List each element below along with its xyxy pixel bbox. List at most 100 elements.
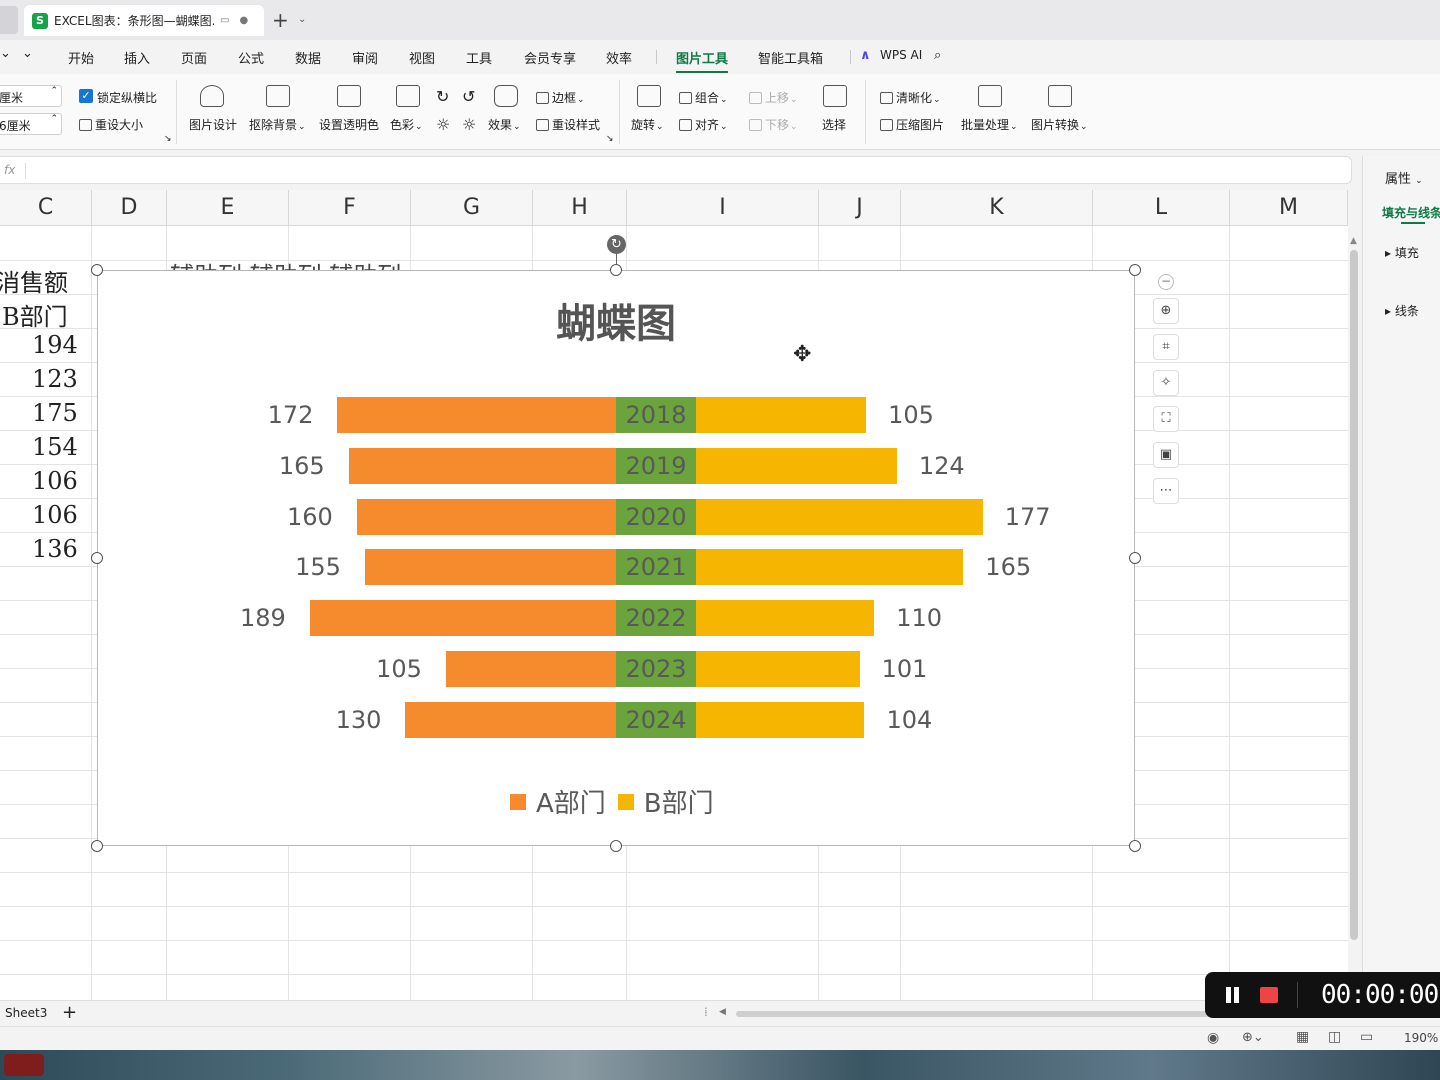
data-label-a-2023[interactable]: 105 <box>376 651 422 687</box>
column-header-i[interactable]: I <box>627 190 819 226</box>
menu-wps-ai[interactable]: WPS AI <box>880 48 922 62</box>
resize-handle-n[interactable] <box>610 264 622 276</box>
bar-a-2021[interactable] <box>364 549 616 586</box>
bar-a-2023[interactable] <box>445 651 616 687</box>
magic-tool-icon[interactable]: ✧ <box>1153 370 1179 396</box>
cell-c-value[interactable]: 106 <box>32 501 78 529</box>
menu-smart-toolbox[interactable]: 智能工具箱 <box>758 48 823 67</box>
brightness-down-icon[interactable]: ↺ <box>462 87 475 106</box>
picture-design-button[interactable]: 图片设计 <box>189 116 237 133</box>
group-button[interactable]: 组合⌄ <box>679 89 728 106</box>
column-header-k[interactable]: K <box>901 190 1093 226</box>
data-label-a-2024[interactable]: 130 <box>336 702 382 738</box>
batch-process-button[interactable]: 批量处理⌄ <box>961 116 1018 133</box>
category-label-2019[interactable]: 2019 <box>616 447 696 484</box>
normal-view-icon[interactable]: ▦ <box>1296 1029 1309 1045</box>
effects-button[interactable]: 效果⌄ <box>488 116 521 133</box>
cell-c-value[interactable]: 106 <box>32 467 78 495</box>
menu-page[interactable]: 页面 <box>181 48 207 67</box>
butterfly-chart[interactable]: 蝴蝶图 2018 172 105 2019 165 124 2020 160 177 2021 15… <box>97 270 1135 846</box>
menu-efficiency[interactable]: 效率 <box>606 48 632 67</box>
bar-b-2021[interactable] <box>696 549 964 586</box>
formula-bar[interactable]: fx <box>0 156 1352 184</box>
bar-a-2024[interactable] <box>405 701 616 738</box>
data-label-a-2018[interactable]: 172 <box>268 397 314 433</box>
data-label-a-2022[interactable]: 189 <box>240 600 286 636</box>
move-down-button[interactable]: 下移⌄ <box>749 116 798 133</box>
width-input[interactable]: 6厘米 ⌃ <box>0 113 62 135</box>
category-label-2018[interactable]: 2018 <box>616 397 696 433</box>
cell-c-header-sales[interactable]: 消售额 <box>0 263 68 298</box>
page-layout-icon[interactable]: ▭ <box>1360 1029 1373 1045</box>
data-label-b-2020[interactable]: 177 <box>1005 499 1051 535</box>
recorder-pause-icon[interactable] <box>1225 987 1241 1003</box>
taskbar-recorder-icon[interactable] <box>4 1054 44 1076</box>
menu-home[interactable]: 开始 <box>68 48 94 67</box>
more-icon[interactable]: ⋯ <box>1153 478 1179 504</box>
column-header-j[interactable]: J <box>819 190 901 226</box>
menu-picture-tools[interactable]: 图片工具 <box>676 48 728 67</box>
horizontal-scrollbar[interactable] <box>736 1011 1216 1017</box>
search-icon[interactable]: ⌕ <box>934 48 941 63</box>
resize-handle-e[interactable] <box>1129 552 1141 564</box>
set-transparent-button[interactable]: 设置透明色 <box>319 116 379 133</box>
zoom-in-icon[interactable]: ⊕ <box>1153 298 1179 324</box>
resize-handle-w[interactable] <box>91 552 103 564</box>
data-label-a-2021[interactable]: 155 <box>295 549 341 585</box>
bar-b-2023[interactable] <box>696 651 860 687</box>
bar-b-2022[interactable] <box>696 600 875 637</box>
category-label-2021[interactable]: 2021 <box>616 549 696 586</box>
lock-ratio-checkbox[interactable]: ✓ <box>79 89 93 103</box>
column-header-c[interactable]: C <box>0 190 92 226</box>
data-label-b-2024[interactable]: 104 <box>886 702 932 738</box>
resize-handle-sw[interactable] <box>91 840 103 852</box>
category-label-2020[interactable]: 2020 <box>616 498 696 535</box>
column-header-m[interactable]: M <box>1230 190 1348 226</box>
data-label-b-2021[interactable]: 165 <box>985 549 1031 585</box>
add-sheet-icon[interactable]: + <box>62 1002 77 1023</box>
column-header-l[interactable]: L <box>1093 190 1230 226</box>
picture-search-icon[interactable]: ▣ <box>1153 442 1179 468</box>
line-section[interactable]: ▸ 线条 <box>1385 302 1419 319</box>
cell-helper-columns[interactable]: 辅助列 辅助列 辅助列 <box>170 256 401 270</box>
sheet-tab-sheet3[interactable]: Sheet3 <box>5 1006 47 1020</box>
bar-a-2019[interactable] <box>348 447 616 484</box>
reset-size-button[interactable]: 重设大小 <box>79 116 143 133</box>
recorder-stop-icon[interactable] <box>1260 987 1278 1003</box>
menu-review[interactable]: 审阅 <box>352 48 378 67</box>
scroll-left-icon[interactable]: ◀ <box>719 1007 726 1017</box>
split-view-icon[interactable]: ◫ <box>1328 1029 1341 1045</box>
unsaved-dot-icon[interactable]: ● <box>239 15 248 26</box>
column-header-h[interactable]: H <box>533 190 627 226</box>
data-label-b-2023[interactable]: 101 <box>882 651 928 687</box>
brightness-up-icon[interactable]: ↻ <box>436 87 449 106</box>
menu-data[interactable]: 数据 <box>295 48 321 67</box>
eye-protect-icon[interactable]: ◉ <box>1207 1030 1219 1046</box>
rotate-button[interactable]: 旋转⌄ <box>631 116 664 133</box>
height-spinner-icon[interactable]: ⌃ <box>50 86 58 96</box>
style-dialog-launcher-icon[interactable]: ↘ <box>606 134 614 144</box>
cell-c-value[interactable]: 194 <box>32 331 78 359</box>
properties-title[interactable]: 属性 ⌄ <box>1385 168 1423 187</box>
cell-c-value[interactable]: 154 <box>32 433 78 461</box>
fill-section[interactable]: ▸ 填充 <box>1385 244 1419 261</box>
bar-b-2024[interactable] <box>696 701 865 738</box>
column-header-e[interactable]: E <box>167 190 289 226</box>
scroll-up-arrow-icon[interactable]: ▲ <box>1350 236 1357 246</box>
sharpen-button[interactable]: 清晰化⌄ <box>880 89 941 106</box>
align-button[interactable]: 对齐⌄ <box>679 116 728 133</box>
data-label-b-2018[interactable]: 105 <box>888 397 934 433</box>
tab-dropdown-chevron-icon[interactable]: ⌄ <box>298 14 306 25</box>
resize-handle-s[interactable] <box>610 840 622 852</box>
bar-a-2020[interactable] <box>356 498 616 535</box>
bar-b-2020[interactable] <box>696 498 983 535</box>
bar-b-2018[interactable] <box>696 397 867 433</box>
zoom-level[interactable]: 190% <box>1404 1031 1438 1045</box>
chart-title[interactable]: 蝴蝶图 <box>98 291 1134 349</box>
column-header-f[interactable]: F <box>289 190 411 226</box>
crop-icon[interactable]: ⌗ <box>1153 334 1179 360</box>
menu-insert[interactable]: 插入 <box>124 48 150 67</box>
data-label-b-2022[interactable]: 110 <box>896 600 942 636</box>
document-tab[interactable]: S EXCEL图表：条形图—蝴蝶图. ▭ ● <box>24 5 264 36</box>
collapse-tools-icon[interactable]: − <box>1158 274 1174 290</box>
